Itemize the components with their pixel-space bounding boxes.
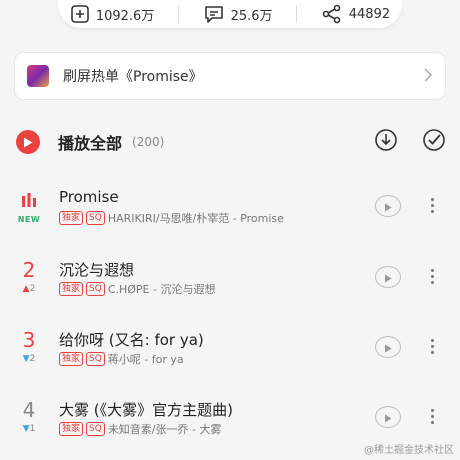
- song-subtitle: 独家 SQ 未知音素/张一乔 - 大雾: [59, 421, 221, 437]
- comment-icon: [203, 4, 225, 24]
- artist-album: HARIKIRI/马思唯/朴宰范 - Promise: [107, 212, 284, 225]
- collect-count: 1092.6万: [95, 8, 155, 24]
- list-item[interactable]: 3 ▼2 给你呀 (又名: for ya) 独家 SQ 蒋小呢 - for ya: [0, 327, 460, 387]
- rank-indicator: 4 ▼1: [14, 399, 44, 435]
- song-title: 沉沦与遐想: [59, 261, 135, 279]
- rank-change: ▼1: [22, 424, 36, 434]
- rank-indicator: 2 ▲2: [14, 259, 44, 295]
- rank-number: 4: [22, 398, 36, 422]
- sq-tag: SQ: [86, 282, 105, 296]
- multi-select-icon[interactable]: [422, 128, 446, 156]
- playlist-stats-bar: 1092.6万 25.6万 44892: [58, 0, 402, 28]
- play-all-label[interactable]: 播放全部: [58, 130, 122, 154]
- play-all-row: 播放全部 (200): [16, 128, 446, 156]
- playing-bars-icon: [21, 192, 37, 211]
- song-subtitle: 独家 SQ HARIKIRI/马思唯/朴宰范 - Promise: [59, 210, 284, 226]
- chevron-right-icon: [423, 67, 433, 86]
- comment-button[interactable]: 25.6万: [203, 0, 273, 28]
- rank-change: ▲2: [22, 284, 36, 294]
- rank-indicator: 3 ▼2: [14, 329, 44, 365]
- exclusive-tag: 独家: [59, 422, 84, 436]
- sq-tag: SQ: [86, 352, 105, 366]
- artist-album: 未知音素/张一乔 - 大雾: [107, 423, 222, 436]
- rank-indicator: NEW: [14, 192, 44, 224]
- mv-play-icon: [384, 408, 392, 427]
- rank-change: ▼2: [22, 354, 36, 364]
- mv-play-icon: [384, 338, 392, 357]
- list-item[interactable]: NEW Promise 独家 SQ HARIKIRI/马思唯/朴宰范 - Pro…: [0, 186, 460, 246]
- rank-number: 3: [22, 328, 36, 352]
- list-item[interactable]: 2 ▲2 沉沦与遐想 独家 SQ C.HØPE - 沉沦与遐想: [0, 257, 460, 317]
- artist-album: C.HØPE - 沉沦与遐想: [107, 283, 216, 296]
- mv-play-button[interactable]: [375, 195, 401, 217]
- exclusive-tag: 独家: [59, 282, 84, 296]
- more-icon[interactable]: [428, 339, 436, 354]
- hot-single-banner[interactable]: 刷屏热单《Promise》: [14, 52, 446, 100]
- share-button[interactable]: 44892: [321, 0, 390, 28]
- rank-number: 2: [22, 258, 36, 282]
- mv-play-button[interactable]: [375, 336, 401, 358]
- exclusive-tag: 独家: [59, 211, 84, 225]
- add-collect-icon: [70, 4, 90, 24]
- divider: [177, 5, 179, 23]
- mv-play-icon: [384, 268, 392, 287]
- artist-album: 蒋小呢 - for ya: [107, 353, 184, 366]
- banner-text: 刷屏热单《Promise》: [63, 69, 203, 85]
- divider: [296, 5, 298, 23]
- more-icon[interactable]: [428, 269, 436, 284]
- banner-cover-image: [27, 65, 49, 87]
- song-subtitle: 独家 SQ 蒋小呢 - for ya: [59, 351, 184, 367]
- share-count: 44892: [348, 6, 391, 22]
- new-badge: NEW: [17, 215, 41, 224]
- mv-play-icon: [384, 197, 392, 216]
- download-icon[interactable]: [374, 128, 398, 156]
- sq-tag: SQ: [86, 422, 105, 436]
- play-icon: [23, 133, 33, 152]
- collect-button[interactable]: 1092.6万: [70, 0, 155, 28]
- song-subtitle: 独家 SQ C.HØPE - 沉沦与遐想: [59, 281, 215, 297]
- watermark: @稀土掘金技术社区: [364, 445, 454, 456]
- song-title: Promise: [59, 188, 119, 206]
- comment-count: 25.6万: [230, 8, 273, 24]
- song-title: 给你呀 (又名: for ya): [59, 331, 204, 349]
- mv-play-button[interactable]: [375, 266, 401, 288]
- mv-play-button[interactable]: [375, 406, 401, 428]
- play-all-button[interactable]: [16, 130, 40, 154]
- sq-tag: SQ: [86, 211, 105, 225]
- share-icon: [321, 4, 343, 24]
- exclusive-tag: 独家: [59, 352, 84, 366]
- song-title: 大雾 (《大雾》官方主题曲): [59, 401, 233, 419]
- more-icon[interactable]: [428, 409, 436, 424]
- more-icon[interactable]: [428, 198, 436, 213]
- song-count: (200): [132, 135, 165, 149]
